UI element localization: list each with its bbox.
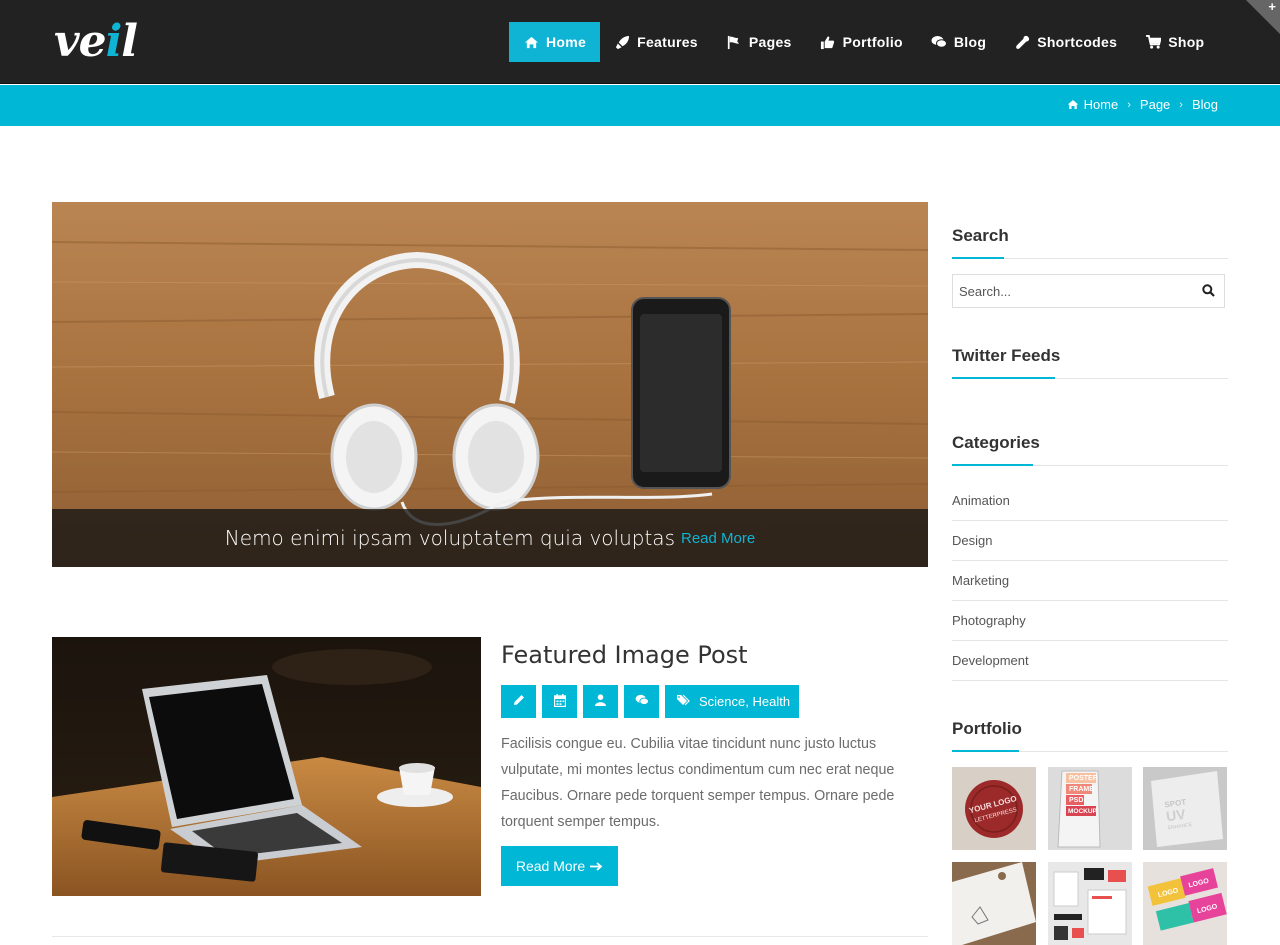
hero-title[interactable]: Nemo enimi ipsam voluptatem quia volupta… xyxy=(225,526,675,550)
post-comments-button[interactable] xyxy=(624,685,659,718)
portfolio-thumb-tag[interactable] xyxy=(952,862,1036,945)
search-widget-title: Search xyxy=(952,226,1009,245)
post-author-button[interactable] xyxy=(583,685,618,718)
breadcrumb-bar: Home › Page › Blog xyxy=(0,85,1280,126)
widget-divider xyxy=(952,257,1228,259)
pencil-icon xyxy=(513,694,525,709)
site-logo[interactable]: veil xyxy=(54,14,138,70)
calendar-icon xyxy=(553,693,566,710)
breadcrumb-current: Blog xyxy=(1191,97,1218,112)
widget-divider xyxy=(952,464,1228,466)
chevron-right-icon: › xyxy=(1127,98,1131,111)
category-item-photography[interactable]: Photography xyxy=(952,601,1228,641)
categories-widget-title: Categories xyxy=(952,433,1040,452)
post-excerpt: Facilisis congue eu. Cubilia vitae tinci… xyxy=(501,736,895,830)
home-icon xyxy=(1067,99,1079,110)
cart-icon xyxy=(1145,34,1161,50)
category-item-development[interactable]: Development xyxy=(952,641,1228,681)
portfolio-widget-title: Portfolio xyxy=(952,719,1022,738)
portfolio-thumb-spot-uv[interactable]: SPOT UV ENHANCE xyxy=(1143,767,1227,850)
category-item-marketing[interactable]: Marketing xyxy=(952,561,1228,601)
site-header: veil Home Features Pages Portfolio Blog … xyxy=(0,0,1280,84)
portfolio-thumb-business-cards[interactable]: LOGO LOGO LOGO xyxy=(1143,862,1227,945)
laptop-image xyxy=(52,637,481,896)
widget-divider xyxy=(952,377,1228,379)
search-input[interactable] xyxy=(953,276,1188,306)
post-tags: Science, Health xyxy=(699,694,791,709)
thumbs-up-icon xyxy=(820,34,836,50)
rocket-icon xyxy=(614,34,630,50)
plus-icon[interactable]: + xyxy=(1268,0,1276,14)
svg-text:PSD: PSD xyxy=(1069,797,1083,804)
wrench-icon xyxy=(1014,34,1030,50)
nav-pages[interactable]: Pages xyxy=(712,22,806,62)
flag-icon xyxy=(726,34,742,50)
nav-portfolio[interactable]: Portfolio xyxy=(806,22,917,62)
nav-shop[interactable]: Shop xyxy=(1131,22,1218,62)
search-icon[interactable] xyxy=(1202,284,1215,302)
read-more-button[interactable]: Read More xyxy=(501,846,618,886)
svg-text:POSTER: POSTER xyxy=(1069,775,1098,782)
svg-text:MOCKUP: MOCKUP xyxy=(1068,808,1098,815)
svg-text:UV: UV xyxy=(1165,806,1187,825)
category-item-animation[interactable]: Animation xyxy=(952,481,1228,521)
post-divider xyxy=(52,936,928,937)
home-icon xyxy=(523,34,539,50)
portfolio-thumb-stationery[interactable] xyxy=(1048,862,1132,945)
breadcrumb-home[interactable]: Home xyxy=(1084,97,1119,112)
chevron-right-icon: › xyxy=(1179,98,1183,111)
search-form xyxy=(952,274,1225,308)
portfolio-thumb-poster[interactable]: POSTER FRAME PSD MOCKUP xyxy=(1048,767,1132,850)
nav-features[interactable]: Features xyxy=(600,22,712,62)
comments-icon xyxy=(635,694,649,709)
hero-read-more-link[interactable]: Read More xyxy=(681,530,755,547)
post-date-button[interactable] xyxy=(542,685,577,718)
post-featured-image[interactable] xyxy=(52,637,481,896)
nav-blog[interactable]: Blog xyxy=(917,22,1000,62)
comments-icon xyxy=(931,34,947,50)
hero-caption: Nemo enimi ipsam voluptatem quia volupta… xyxy=(52,509,928,567)
breadcrumb-page[interactable]: Page xyxy=(1140,97,1170,112)
widget-divider xyxy=(952,750,1228,752)
nav-shortcodes[interactable]: Shortcodes xyxy=(1000,22,1131,62)
main-nav: Home Features Pages Portfolio Blog Short… xyxy=(509,22,1218,62)
post-tags-button[interactable]: Science, Health xyxy=(665,685,800,718)
svg-text:FRAME: FRAME xyxy=(1069,786,1094,793)
arrow-right-icon xyxy=(590,861,603,871)
post-title[interactable]: Featured Image Post xyxy=(501,641,748,669)
portfolio-thumb-letterpress[interactable]: YOUR LOGO LETTERPRESS xyxy=(952,767,1036,850)
tags-icon xyxy=(677,694,691,709)
hero-post-image[interactable]: Nemo enimi ipsam voluptatem quia volupta… xyxy=(52,202,928,567)
user-icon xyxy=(595,694,606,709)
breadcrumb: Home › Page › Blog xyxy=(1067,97,1218,112)
post-format-button[interactable] xyxy=(501,685,536,718)
category-item-design[interactable]: Design xyxy=(952,521,1228,561)
twitter-widget-title: Twitter Feeds xyxy=(952,346,1061,365)
nav-home[interactable]: Home xyxy=(509,22,601,62)
post-meta: Science, Health xyxy=(501,685,800,718)
